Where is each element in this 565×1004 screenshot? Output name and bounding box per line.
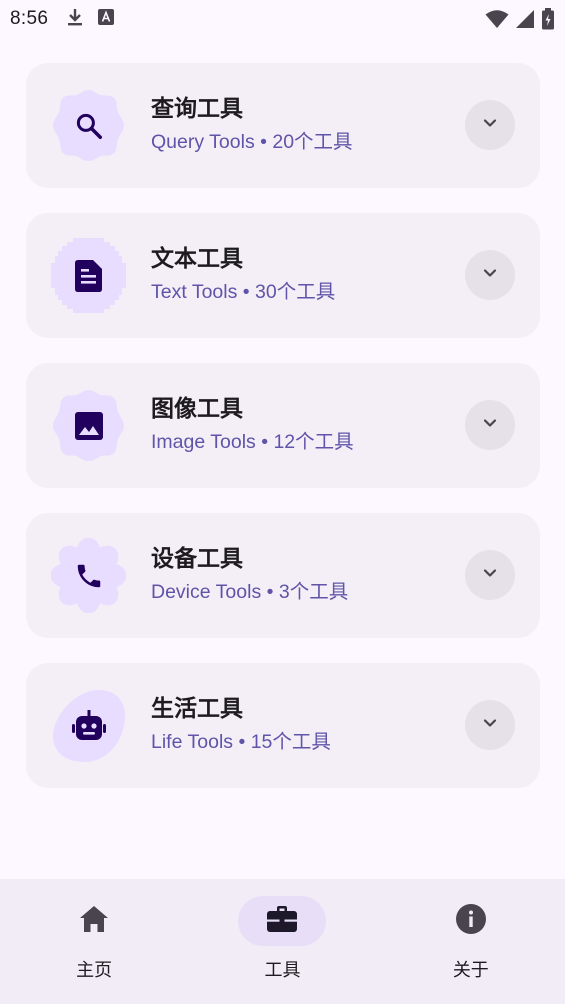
- status-time: 8:56: [10, 8, 49, 29]
- category-card-query[interactable]: 查询工具 Query Tools • 20个工具: [26, 63, 540, 188]
- category-subtitle: Device Tools • 3个工具: [151, 581, 349, 603]
- nav-indicator-active: [238, 896, 327, 946]
- category-card-text[interactable]: 文本工具 Text Tools • 30个工具: [26, 213, 540, 338]
- category-icon-badge: [51, 688, 126, 763]
- category-text: 图像工具 Image Tools • 12个工具: [151, 393, 354, 457]
- nav-item-tools[interactable]: 工具: [188, 879, 376, 1004]
- status-system-icons: [485, 8, 555, 34]
- expand-button[interactable]: [465, 550, 515, 600]
- category-title: 查询工具: [151, 96, 243, 122]
- nav-label: 工具: [264, 960, 301, 981]
- nav-indicator: [427, 896, 515, 946]
- nav-label: 关于: [452, 960, 489, 981]
- category-text: 查询工具 Query Tools • 20个工具: [151, 93, 353, 157]
- chevron-down-icon: [480, 563, 500, 587]
- wifi-icon: [485, 9, 509, 33]
- category-icon-badge: [51, 538, 126, 613]
- home-icon: [79, 905, 109, 937]
- image-icon: [74, 411, 104, 441]
- category-text: 文本工具 Text Tools • 30个工具: [151, 243, 335, 307]
- category-subtitle: Image Tools • 12个工具: [151, 431, 354, 453]
- chevron-down-icon: [480, 413, 500, 437]
- download-icon: [66, 7, 84, 31]
- chevron-down-icon: [480, 113, 500, 137]
- nav-label: 主页: [76, 960, 113, 981]
- category-icon-badge: [51, 88, 126, 163]
- category-title: 设备工具: [151, 546, 243, 572]
- search-icon: [74, 111, 104, 141]
- document-icon: [74, 259, 103, 292]
- category-subtitle: Query Tools • 20个工具: [151, 131, 353, 153]
- nav-item-home[interactable]: 主页: [0, 879, 188, 1004]
- category-card-image[interactable]: 图像工具 Image Tools • 12个工具: [26, 363, 540, 488]
- chevron-down-icon: [480, 713, 500, 737]
- tool-category-list: 查询工具 Query Tools • 20个工具 文本工具 Text Tools…: [26, 63, 540, 813]
- toolbox-icon: [266, 905, 298, 937]
- category-title: 文本工具: [151, 246, 243, 272]
- expand-button[interactable]: [465, 100, 515, 150]
- expand-button[interactable]: [465, 700, 515, 750]
- nav-item-about[interactable]: 关于: [377, 879, 565, 1004]
- chevron-down-icon: [480, 263, 500, 287]
- category-card-life[interactable]: 生活工具 Life Tools • 15个工具: [26, 663, 540, 788]
- category-subtitle: Text Tools • 30个工具: [151, 281, 336, 303]
- category-card-device[interactable]: 设备工具 Device Tools • 3个工具: [26, 513, 540, 638]
- bottom-navigation-bar: 主页 工具 关于: [0, 879, 565, 1004]
- category-icon-badge: [51, 388, 126, 463]
- signal-icon: [515, 9, 535, 33]
- robot-icon: [71, 709, 106, 742]
- category-icon-badge: [51, 238, 126, 313]
- status-notification-icons: [66, 7, 115, 31]
- phone-icon: [74, 561, 104, 591]
- expand-button[interactable]: [465, 400, 515, 450]
- info-icon: [455, 903, 487, 939]
- battery-icon: [541, 8, 555, 34]
- app-screen: 8:56 查询工具 Query Tools • 20个工具 文本工具 Text …: [0, 0, 565, 1004]
- expand-button[interactable]: [465, 250, 515, 300]
- status-bar: 8:56: [0, 0, 565, 38]
- category-text: 设备工具 Device Tools • 3个工具: [151, 543, 348, 607]
- keyboard-a-icon: [98, 9, 115, 29]
- category-title: 图像工具: [151, 396, 243, 422]
- category-title: 生活工具: [151, 696, 243, 722]
- category-text: 生活工具 Life Tools • 15个工具: [151, 693, 331, 757]
- nav-indicator: [50, 896, 138, 946]
- category-subtitle: Life Tools • 15个工具: [151, 731, 331, 753]
